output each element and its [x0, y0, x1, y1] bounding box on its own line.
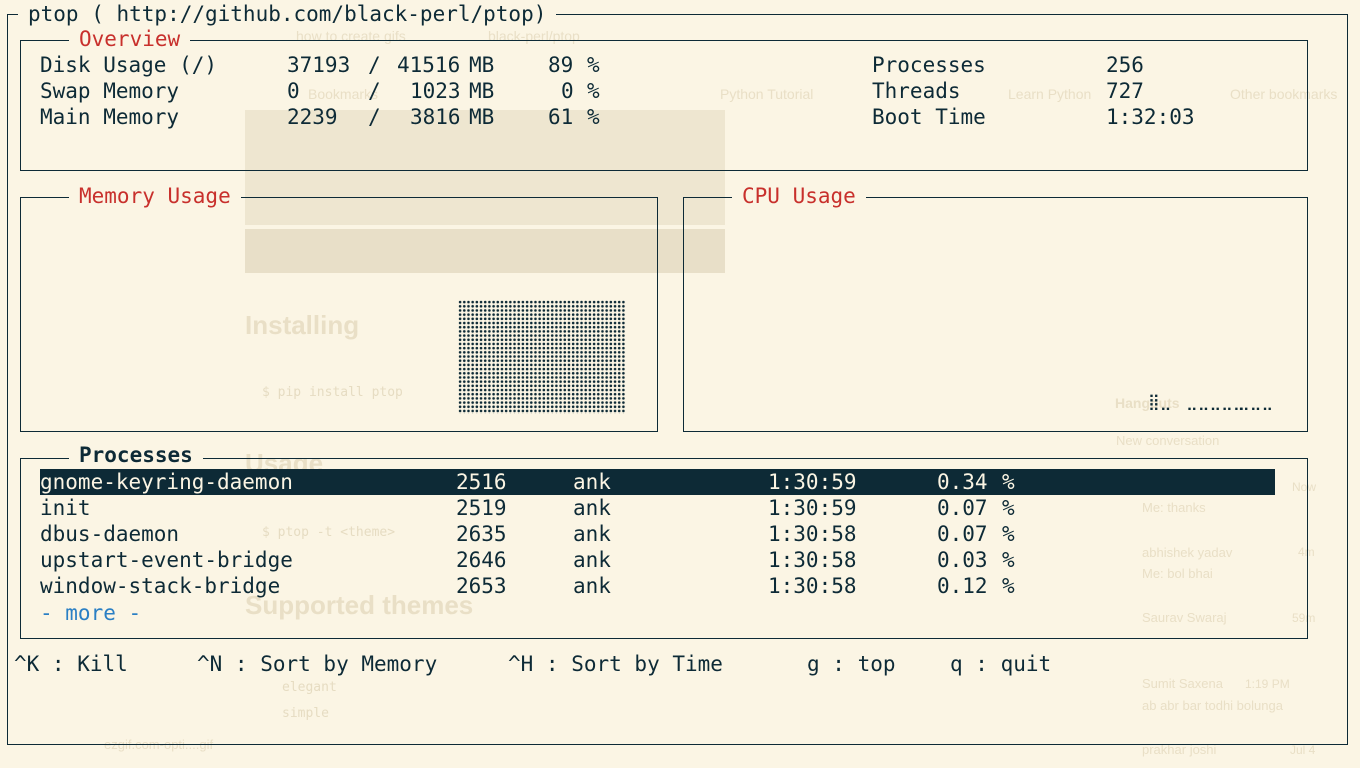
process-name: upstart-event-bridge	[40, 548, 293, 572]
process-pid: 2519	[456, 496, 507, 520]
process-user: ank	[573, 470, 611, 494]
process-cpu: 0.03	[937, 548, 988, 572]
pct-sign: %	[587, 79, 600, 103]
pct-sign: %	[1002, 522, 1015, 546]
kill-shortcut[interactable]: ^K : Kill	[14, 651, 128, 677]
quit-shortcut[interactable]: q : quit	[950, 651, 1051, 677]
sort-time-shortcut[interactable]: ^H : Sort by Time	[508, 651, 723, 677]
disk-total: 41516	[397, 53, 461, 77]
process-user: ank	[573, 574, 611, 598]
pct-sign: %	[1002, 496, 1015, 520]
processes-label: Processes	[872, 53, 986, 77]
pct-sign: %	[1002, 548, 1015, 572]
process-row[interactable]: upstart-event-bridge 2646 ank 1:30:58 0.…	[40, 547, 1275, 573]
unit: MB	[469, 105, 495, 129]
processes-title: Processes	[69, 443, 203, 467]
cpu-spark-2: ⣀⣀⣀⣀⣀	[1186, 392, 1245, 411]
cpu-spark-3: ⣀⣀⣀	[1238, 392, 1274, 411]
top-shortcut[interactable]: g : top	[807, 651, 896, 677]
pct-sign: %	[1002, 574, 1015, 598]
process-pid: 2653	[456, 574, 507, 598]
swap-pct: 0	[561, 79, 574, 103]
swap-total: 1023	[410, 79, 461, 103]
disk-pct: 89	[548, 53, 574, 77]
sort-memory-shortcut[interactable]: ^N : Sort by Memory	[197, 651, 437, 677]
disk-label: Disk Usage (/)	[40, 53, 218, 77]
memory-used: 2239	[287, 105, 338, 129]
separator: /	[368, 105, 381, 129]
cpu-spark-1: ⣿⣀	[1148, 392, 1172, 411]
process-row[interactable]: window-stack-bridge 2653 ank 1:30:58 0.1…	[40, 573, 1275, 599]
cpu-usage-title: CPU Usage	[732, 184, 866, 208]
memory-total: 3816	[410, 105, 461, 129]
process-name: dbus-daemon	[40, 522, 180, 546]
unit: MB	[469, 53, 495, 77]
process-pid: 2635	[456, 522, 507, 546]
bg-time: Jul 4	[1290, 743, 1316, 757]
process-time: 1:30:58	[768, 574, 857, 598]
memory-usage-graph	[458, 300, 626, 414]
process-pid: 2516	[456, 470, 507, 494]
boot-time-label: Boot Time	[872, 105, 986, 129]
threads-count: 727	[1106, 79, 1144, 103]
process-cpu: 0.07	[937, 496, 988, 520]
more-link[interactable]: - more -	[40, 600, 141, 626]
separator: /	[368, 79, 381, 103]
boot-time-value: 1:32:03	[1106, 105, 1195, 129]
process-cpu: 0.07	[937, 522, 988, 546]
processes-count: 256	[1106, 53, 1144, 77]
process-cpu: 0.34	[937, 470, 988, 494]
pct-sign: %	[587, 53, 600, 77]
process-name: gnome-keyring-daemon	[40, 470, 293, 494]
process-user: ank	[573, 522, 611, 546]
process-time: 1:30:59	[768, 496, 857, 520]
process-cpu: 0.12	[937, 574, 988, 598]
process-row-selected[interactable]: gnome-keyring-daemon 2516 ank 1:30:59 0.…	[40, 469, 1275, 495]
process-pid: 2646	[456, 548, 507, 572]
pct-sign: %	[1002, 470, 1015, 494]
process-user: ank	[573, 496, 611, 520]
disk-used: 37193	[287, 53, 351, 77]
process-name: init	[40, 496, 91, 520]
overview-title: Overview	[69, 27, 191, 51]
pct-sign: %	[587, 105, 600, 129]
process-time: 1:30:58	[768, 522, 857, 546]
process-time: 1:30:59	[768, 470, 857, 494]
separator: /	[368, 53, 381, 77]
unit: MB	[469, 79, 495, 103]
memory-label: Main Memory	[40, 105, 180, 129]
memory-pct: 61	[548, 105, 574, 129]
threads-label: Threads	[872, 79, 961, 103]
process-time: 1:30:58	[768, 548, 857, 572]
swap-used: 0	[287, 79, 300, 103]
app-title: ptop ( http://github.com/black-perl/ptop…	[18, 2, 557, 26]
swap-label: Swap Memory	[40, 79, 180, 103]
process-user: ank	[573, 548, 611, 572]
memory-usage-title: Memory Usage	[69, 184, 241, 208]
process-row[interactable]: dbus-daemon 2635 ank 1:30:58 0.07 %	[40, 521, 1275, 547]
process-row[interactable]: init 2519 ank 1:30:59 0.07 %	[40, 495, 1275, 521]
process-name: window-stack-bridge	[40, 574, 281, 598]
